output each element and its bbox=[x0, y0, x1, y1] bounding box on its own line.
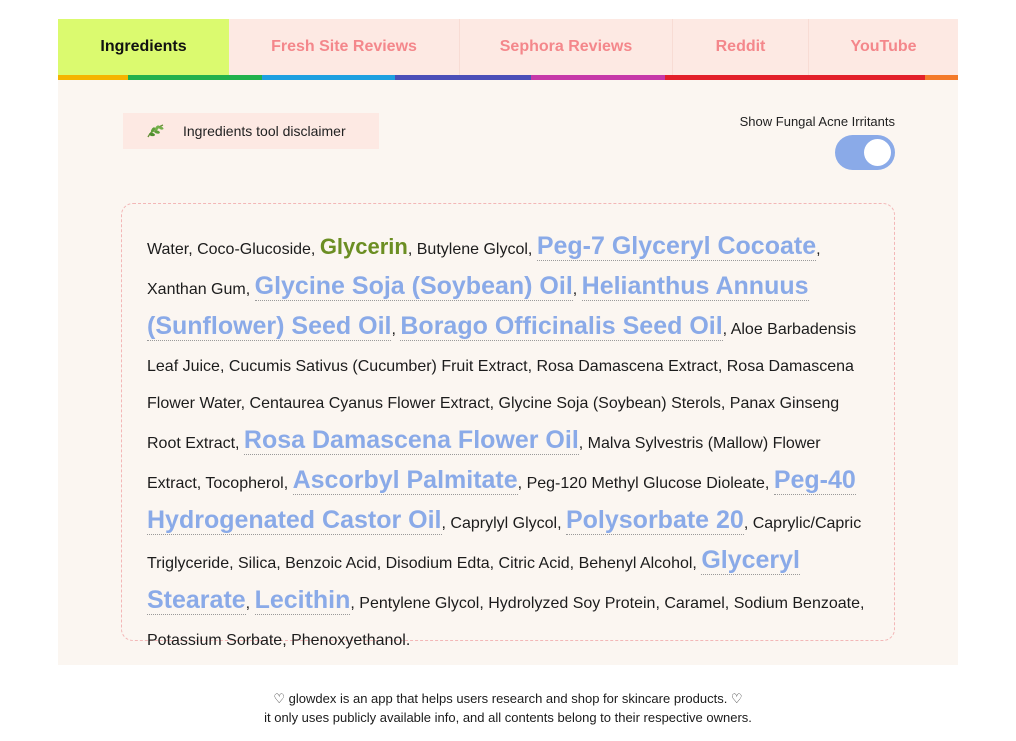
tab-bar-segment bbox=[531, 75, 665, 80]
ingredient-irritant[interactable]: Rosa Damascena Flower Oil bbox=[243, 426, 579, 455]
ingredient: Cucumis Sativus (Cucumber) Fruit Extract bbox=[228, 358, 528, 375]
ingredients-list: Water, Coco-Glucoside, Glycerin, Butylen… bbox=[147, 232, 865, 649]
ingredient-irritant[interactable]: Lecithin bbox=[254, 586, 351, 615]
tab-bar-segment bbox=[58, 75, 128, 80]
ingredient-irritant[interactable]: Ascorbyl Palmitate bbox=[292, 466, 518, 495]
ingredients-disclaimer-button[interactable]: Ingredients tool disclaimer bbox=[123, 113, 379, 149]
ingredient: Potassium Sorbate bbox=[147, 632, 283, 649]
ingredient-irritant[interactable]: Glycine Soja (Soybean) Oil bbox=[254, 272, 573, 301]
ingredient: Coco-Glucoside bbox=[197, 241, 311, 258]
ingredient: Caprylyl Glycol bbox=[450, 515, 558, 532]
tab-bar-segment bbox=[395, 75, 531, 80]
ingredient: Phenoxyethanol bbox=[291, 632, 406, 649]
footer-line-2: it only uses publicly available info, an… bbox=[264, 710, 752, 725]
ingredient: Hydrolyzed Soy Protein bbox=[488, 595, 656, 612]
ingredient[interactable]: Glycerin bbox=[320, 234, 408, 259]
ingredient-irritant[interactable]: Peg-7 Glyceryl Cocoate bbox=[536, 232, 817, 261]
tab-youtube[interactable]: YouTube bbox=[809, 19, 958, 75]
ingredients-box: Water, Coco-Glucoside, Glycerin, Butylen… bbox=[121, 203, 895, 649]
fungal-acne-toggle[interactable] bbox=[835, 135, 895, 170]
tab-fresh-site-reviews[interactable]: Fresh Site Reviews bbox=[229, 19, 460, 75]
ingredient-irritant[interactable]: Polysorbate 20 bbox=[565, 506, 744, 535]
ingredient: Water bbox=[147, 241, 189, 258]
footer: ♡ glowdex is an app that helps users res… bbox=[0, 689, 1016, 727]
footer-line-1: ♡ glowdex is an app that helps users res… bbox=[273, 691, 743, 706]
ingredient: Behenyl Alcohol bbox=[578, 555, 693, 572]
ingredient: Citric Acid bbox=[498, 555, 570, 572]
tab-bar-segment bbox=[925, 75, 958, 80]
tab-ingredients[interactable]: Ingredients bbox=[58, 19, 229, 75]
ingredient: Tocopherol bbox=[205, 475, 284, 492]
tab-strip: Ingredients Fresh Site Reviews Sephora R… bbox=[58, 19, 958, 80]
product-panel: Ingredients Fresh Site Reviews Sephora R… bbox=[58, 19, 958, 665]
ingredient: Caramel bbox=[664, 595, 725, 612]
tab-reddit[interactable]: Reddit bbox=[673, 19, 809, 75]
ingredient: Rosa Damascena Extract bbox=[536, 358, 718, 375]
tab-bar-segment bbox=[262, 75, 395, 80]
ingredient: Disodium Edta bbox=[385, 555, 490, 572]
tab-bar-segment bbox=[665, 75, 925, 80]
ingredient: Xanthan Gum bbox=[147, 281, 246, 298]
ingredient: Centaurea Cyanus Flower Extract bbox=[249, 395, 490, 412]
tab-sephora-reviews[interactable]: Sephora Reviews bbox=[460, 19, 673, 75]
disclaimer-label: Ingredients tool disclaimer bbox=[183, 123, 346, 139]
toggle-knob bbox=[864, 139, 891, 166]
ingredient: Peg-120 Methyl Glucose Dioleate bbox=[526, 475, 765, 492]
ingredient: Butylene Glycol bbox=[416, 241, 528, 258]
ingredient: Silica bbox=[237, 555, 277, 572]
ingredient: Glycine Soja (Soybean) Sterols bbox=[498, 395, 721, 412]
toggle-label: Show Fungal Acne Irritants bbox=[739, 114, 895, 129]
tab-bar-segment bbox=[128, 75, 262, 80]
ingredient: Pentylene Glycol bbox=[359, 595, 480, 612]
ingredient: Sodium Benzoate bbox=[733, 595, 860, 612]
leaf-icon bbox=[145, 122, 167, 140]
ingredient-irritant[interactable]: Borago Officinalis Seed Oil bbox=[400, 312, 723, 341]
ingredient: Benzoic Acid bbox=[285, 555, 377, 572]
